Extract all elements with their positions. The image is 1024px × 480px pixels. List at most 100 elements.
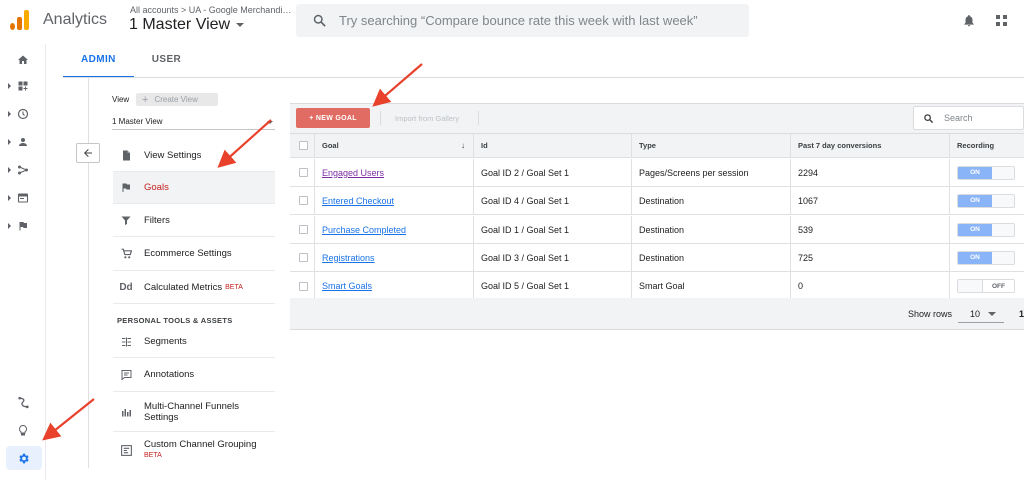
row-checkbox[interactable] — [299, 253, 308, 262]
search-input[interactable]: Try searching “Compare bounce rate this … — [296, 4, 749, 37]
table-row: Purchase Completed Goal ID 1 / Goal Set … — [290, 216, 1024, 244]
recording-toggle[interactable]: ON — [957, 250, 1015, 265]
conversions-cell: 0 — [790, 272, 949, 300]
tab-admin[interactable]: ADMIN — [63, 44, 134, 78]
rail-behavior[interactable] — [0, 187, 46, 209]
rail-acquisition[interactable] — [0, 159, 46, 181]
expand-arrow-icon — [8, 167, 11, 173]
rail-conversions[interactable] — [0, 215, 46, 237]
menu-item-calculated-metrics[interactable]: Dd Calculated Metrics BETA — [113, 271, 275, 304]
column-recording[interactable]: Recording — [949, 134, 1024, 157]
menu-item-goals[interactable]: Goals — [113, 172, 275, 204]
chevron-down-icon[interactable] — [267, 121, 273, 124]
new-goal-button[interactable]: + NEW GOAL — [296, 108, 370, 128]
recording-toggle[interactable]: OFF — [957, 279, 1015, 293]
dashboard-icon — [18, 81, 28, 91]
toggle-state: ON — [958, 166, 992, 179]
create-view-label: Create View — [154, 95, 198, 104]
rail-admin[interactable] — [6, 446, 42, 470]
menu-item-label: Ecommerce Settings — [144, 248, 232, 259]
goal-link[interactable]: Smart Goals — [322, 281, 372, 291]
header-checkbox-cell — [290, 134, 312, 157]
tabs-divider — [63, 77, 1024, 78]
column-id[interactable]: Id — [473, 134, 631, 157]
left-rail — [0, 44, 46, 480]
sort-down-icon: ↓ — [461, 141, 465, 150]
menu-item-view-settings[interactable]: View Settings — [113, 140, 275, 172]
type-cell: Destination — [631, 216, 790, 243]
goal-link[interactable]: Registrations — [322, 253, 375, 263]
view-dropdown-underline — [112, 129, 275, 130]
menu-item-label: Goals — [144, 182, 169, 193]
row-checkbox[interactable] — [299, 225, 308, 234]
recording-toggle[interactable]: ON — [957, 165, 1015, 180]
arrow-left-icon — [84, 149, 92, 157]
menu-item-label-line2: Settings — [144, 411, 179, 423]
goal-link[interactable]: Purchase Completed — [322, 225, 406, 235]
table-row: Entered Checkout Goal ID 4 / Goal Set 1 … — [290, 187, 1024, 215]
rail-customization[interactable] — [0, 75, 46, 97]
row-checkbox[interactable] — [299, 196, 308, 205]
recording-cell: ON — [949, 216, 1024, 243]
goal-link[interactable]: Entered Checkout — [322, 196, 394, 206]
menu-item-annotations[interactable]: Annotations — [113, 358, 275, 392]
chevron-down-icon — [988, 311, 997, 316]
goals-search-input[interactable]: Search — [913, 106, 1024, 130]
menu-item-mcf-settings[interactable]: Multi-Channel Funnels Settings — [113, 392, 275, 432]
column-goal[interactable]: Goal ↓ — [314, 134, 473, 157]
type-cell: Pages/Screens per session — [631, 159, 790, 186]
view-dropdown[interactable]: 1 Master View — [112, 117, 163, 126]
menu-item-label: Multi-Channel Funnels — [144, 400, 240, 412]
rail-discover[interactable] — [0, 419, 46, 441]
recording-toggle[interactable]: ON — [957, 193, 1015, 208]
import-from-gallery-button[interactable]: Import from Gallery — [395, 114, 459, 123]
rows-per-page-select[interactable]: 10 — [958, 305, 1004, 323]
search-placeholder: Try searching “Compare bounce rate this … — [339, 13, 698, 28]
type-cell: Destination — [631, 187, 790, 214]
rail-audience[interactable] — [0, 131, 46, 153]
show-rows-label: Show rows — [908, 309, 953, 319]
view-selector[interactable]: 1 Master View — [129, 16, 245, 34]
back-button[interactable] — [76, 143, 100, 163]
top-bar: Analytics All accounts > UA - Google Mer… — [0, 0, 1024, 44]
recording-toggle[interactable]: ON — [957, 222, 1015, 237]
row-checkbox[interactable] — [299, 168, 308, 177]
plus-icon: + — [142, 93, 149, 106]
analytics-logo-icon[interactable] — [10, 10, 30, 30]
table-header: Goal ↓ Id Type Past 7 day conversions Re… — [290, 133, 1024, 158]
search-icon — [313, 14, 326, 27]
admin-tabs: ADMIN USER — [63, 44, 199, 78]
document-icon — [118, 148, 134, 164]
menu-item-filters[interactable]: Filters — [113, 204, 275, 237]
clock-icon — [17, 108, 29, 120]
rail-home[interactable] — [0, 49, 46, 71]
apps-grid-icon[interactable] — [996, 15, 1007, 26]
column-type[interactable]: Type — [631, 134, 790, 157]
menu-item-label: View Settings — [144, 150, 202, 161]
select-all-checkbox[interactable] — [299, 141, 308, 150]
recording-cell: ON — [949, 159, 1024, 186]
section-title: PERSONAL TOOLS & ASSETS — [117, 316, 233, 325]
column-label: Goal — [322, 141, 339, 150]
menu-item-segments[interactable]: Segments — [113, 326, 275, 358]
menu-item-custom-channel-grouping[interactable]: Custom Channel Grouping BETA — [113, 433, 275, 467]
acquisition-icon — [18, 165, 28, 175]
dd-icon: Dd — [119, 281, 133, 293]
bell-icon[interactable] — [962, 13, 976, 28]
tab-user[interactable]: USER — [134, 44, 199, 78]
breadcrumb[interactable]: All accounts > UA - Google Merchandi… — [130, 5, 291, 15]
create-view-button[interactable]: + Create View — [136, 93, 218, 106]
flag-icon — [118, 180, 134, 196]
rail-realtime[interactable] — [0, 103, 46, 125]
chevron-down-icon — [236, 23, 245, 27]
filter-icon — [118, 212, 134, 228]
recording-cell: OFF — [949, 272, 1024, 300]
id-cell: Goal ID 2 / Goal Set 1 — [473, 159, 631, 186]
goal-link[interactable]: Engaged Users — [322, 168, 384, 178]
person-icon — [19, 138, 27, 146]
row-checkbox-cell — [290, 187, 312, 214]
row-checkbox[interactable] — [299, 281, 308, 291]
column-conversions[interactable]: Past 7 day conversions — [790, 134, 949, 157]
rail-attribution[interactable] — [0, 391, 46, 413]
menu-item-ecommerce-settings[interactable]: Ecommerce Settings — [113, 237, 275, 271]
